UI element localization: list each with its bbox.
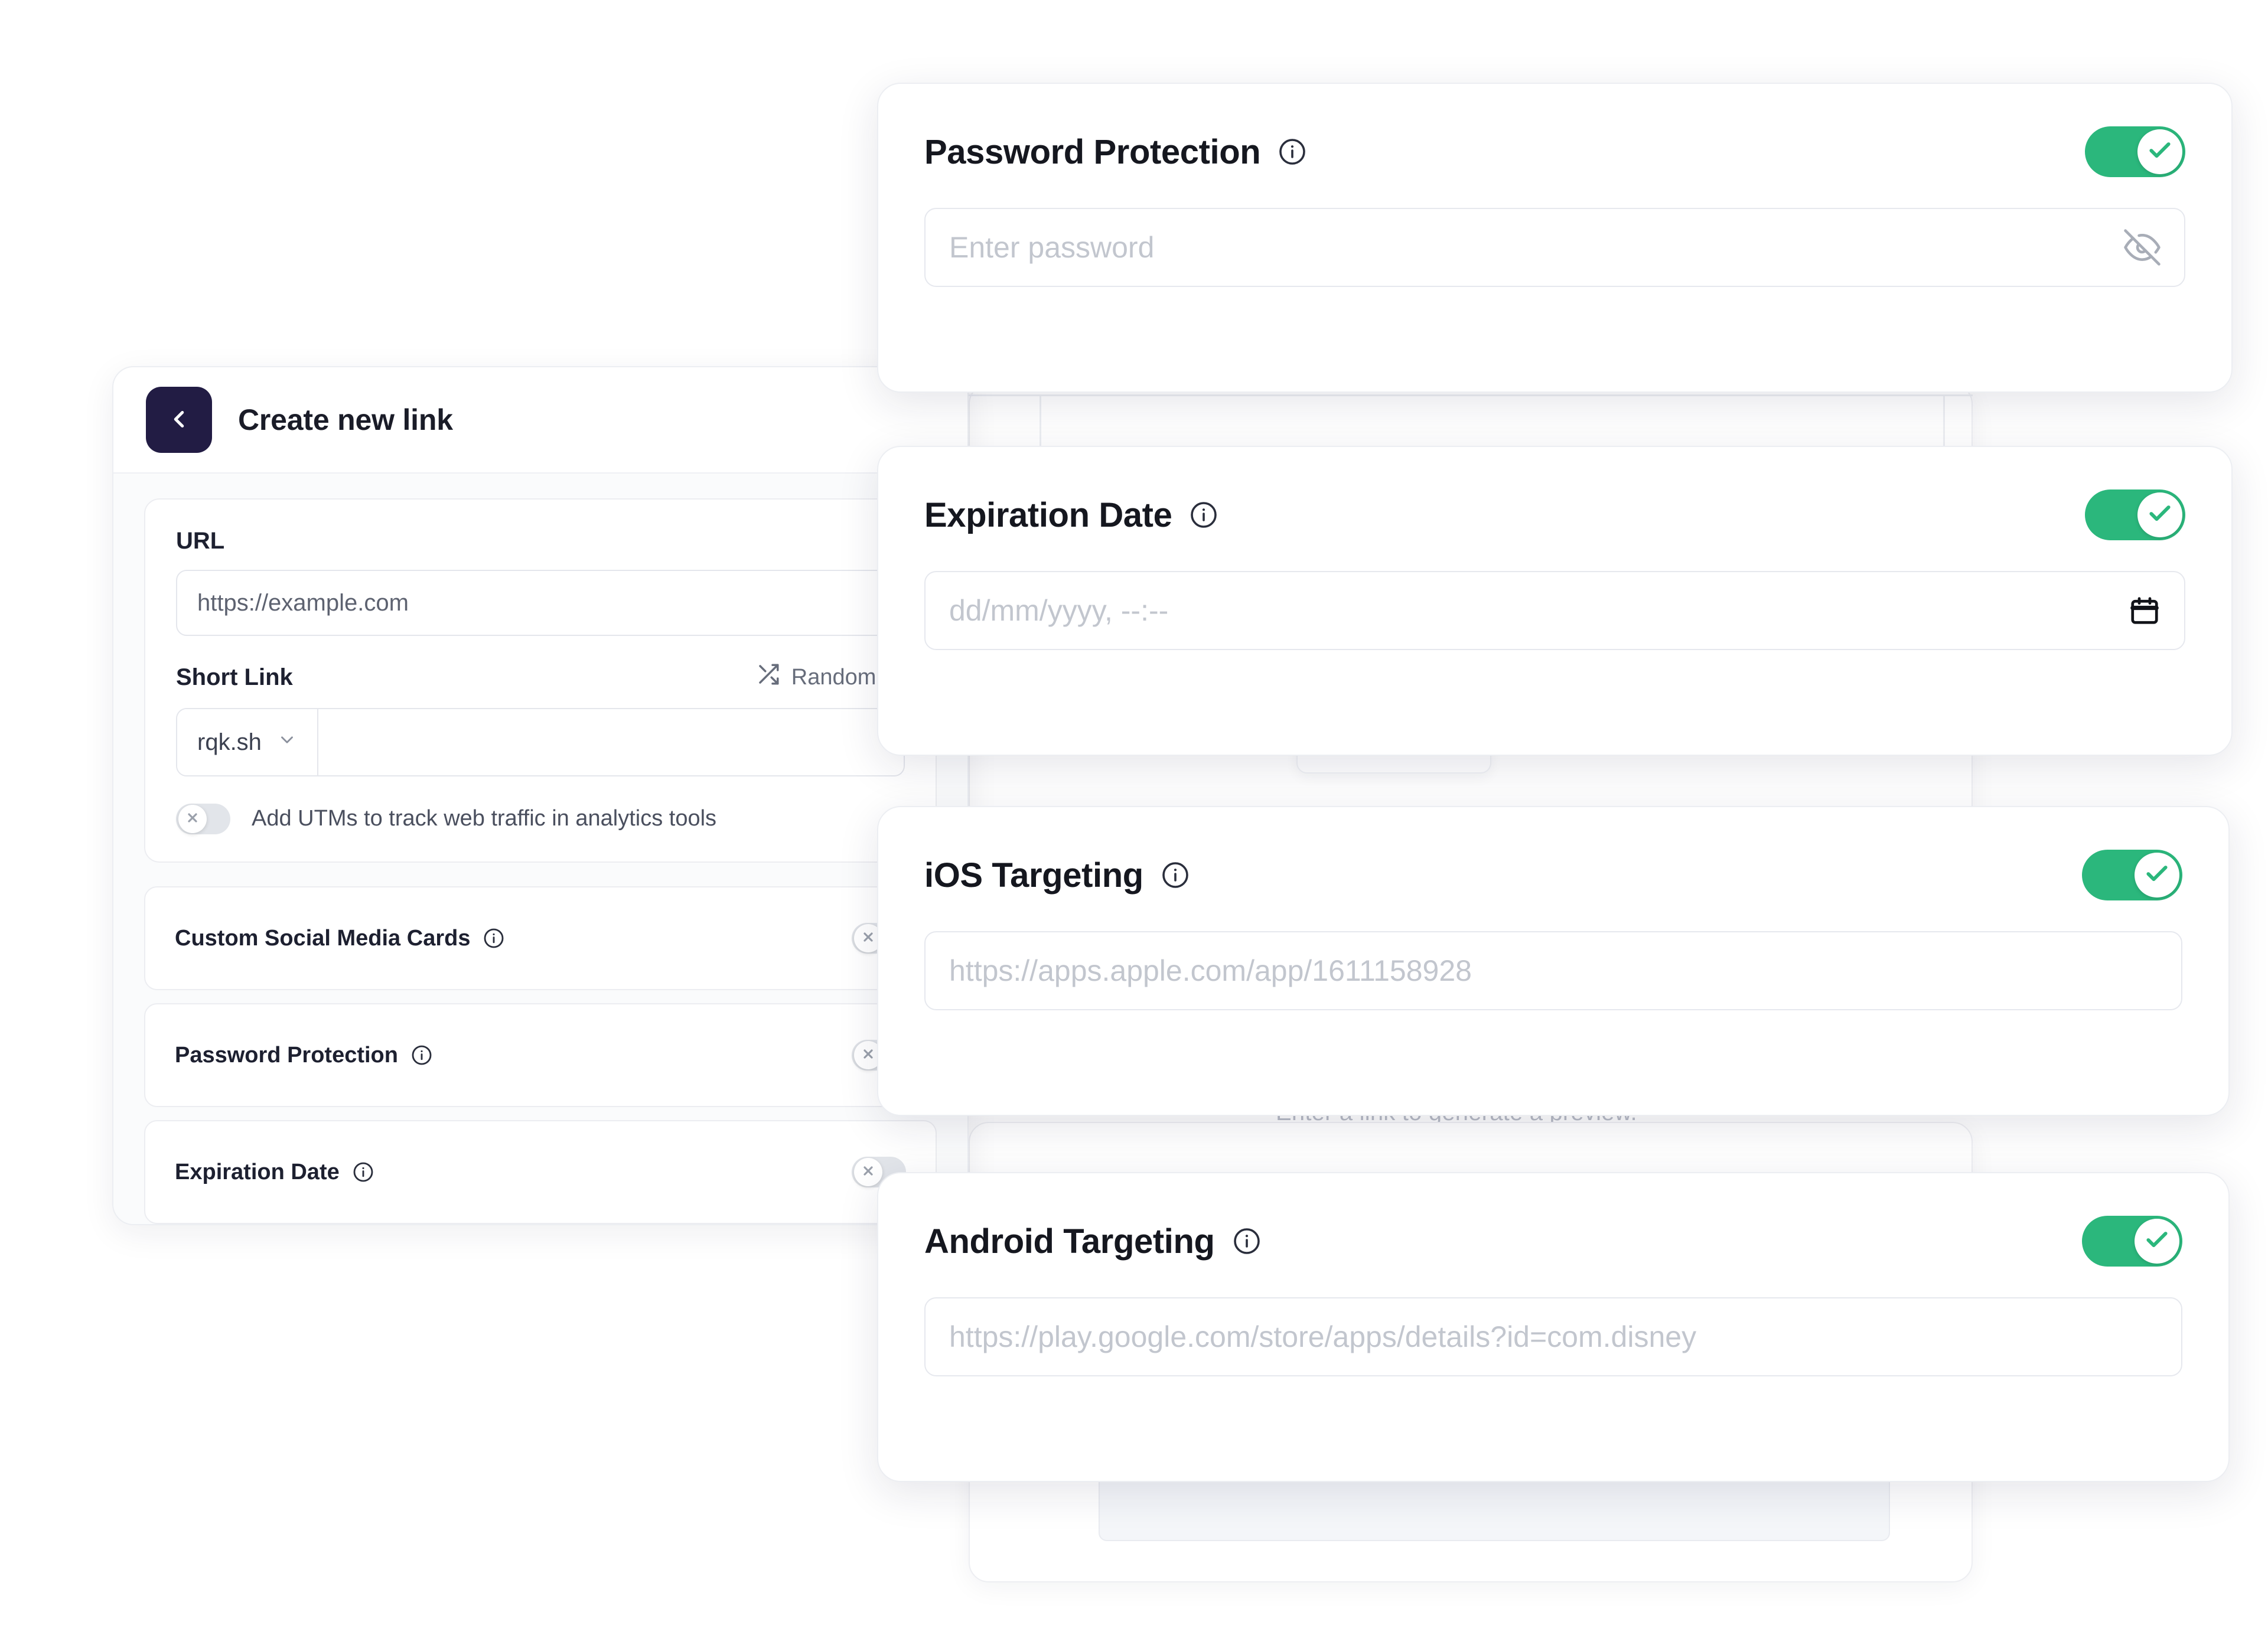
toggle-knob	[2137, 129, 2182, 174]
android-targeting-toggle[interactable]	[2082, 1216, 2182, 1267]
background-divider-top	[969, 394, 1973, 396]
calendar-icon[interactable]	[2129, 595, 2184, 626]
toggle-knob	[2135, 853, 2179, 898]
short-link-label: Short Link	[176, 664, 293, 691]
android-input-wrap	[924, 1297, 2182, 1376]
panel-header: Create new link	[113, 367, 967, 474]
short-link-group: rqk.sh	[176, 708, 905, 776]
toggle-knob	[854, 1158, 882, 1186]
utm-label: Add UTMs to track web traffic in analyti…	[252, 804, 716, 834]
domain-value: rqk.sh	[197, 729, 262, 756]
slug-input[interactable]	[318, 709, 904, 775]
domain-select[interactable]: rqk.sh	[177, 709, 318, 775]
info-icon[interactable]	[1161, 861, 1190, 889]
ios-targeting-input[interactable]	[926, 932, 2181, 1009]
info-icon[interactable]	[1190, 501, 1218, 529]
check-icon	[2147, 501, 2173, 530]
url-label: URL	[176, 528, 905, 554]
option-row-password-protection[interactable]: Password Protection	[144, 1003, 937, 1107]
card-title-wrap: Expiration Date	[924, 495, 1218, 535]
panel-body: URL Short Link	[113, 474, 967, 1224]
password-protection-toggle[interactable]	[2085, 126, 2185, 177]
create-new-link-panel: Create new link URL Short Link	[112, 366, 969, 1225]
option-label-wrap: Password Protection	[175, 1043, 432, 1068]
chevron-left-icon	[165, 406, 193, 435]
utm-toggle[interactable]	[176, 804, 230, 834]
ios-input-wrap	[924, 931, 2182, 1010]
option-label-wrap: Expiration Date	[175, 1160, 374, 1185]
background-divider-col-b	[1943, 394, 1945, 448]
password-input-wrap	[924, 208, 2185, 287]
check-icon	[2144, 1227, 2170, 1256]
close-icon	[185, 811, 200, 828]
card-title: Password Protection	[924, 132, 1260, 172]
utm-row: Add UTMs to track web traffic in analyti…	[176, 804, 905, 834]
password-input[interactable]	[926, 209, 2124, 286]
back-button[interactable]	[146, 387, 212, 453]
card-header: Password Protection	[924, 126, 2185, 177]
toggle-knob	[2135, 1219, 2179, 1264]
card-header: Android Targeting	[924, 1216, 2182, 1267]
expiration-date-card: Expiration Date	[877, 446, 2233, 756]
card-title-wrap: Password Protection	[924, 132, 1306, 172]
card-header: iOS Targeting	[924, 850, 2182, 900]
app-root: Enter a link to generate a preview. Crea…	[0, 0, 2268, 1635]
info-icon[interactable]	[353, 1161, 374, 1183]
expiration-input-wrap	[924, 571, 2185, 650]
card-title-wrap: Android Targeting	[924, 1222, 1261, 1261]
url-input[interactable]	[176, 570, 905, 636]
card-title: Android Targeting	[924, 1222, 1215, 1261]
option-label: Expiration Date	[175, 1160, 340, 1185]
expiration-date-input[interactable]	[926, 572, 2129, 649]
card-header: Expiration Date	[924, 489, 2185, 540]
info-icon[interactable]	[1233, 1227, 1261, 1255]
info-icon[interactable]	[1278, 138, 1306, 166]
check-icon	[2144, 861, 2170, 890]
check-icon	[2147, 138, 2173, 167]
chevron-down-icon	[277, 729, 297, 756]
close-icon	[861, 930, 875, 947]
ios-targeting-card: iOS Targeting	[877, 806, 2230, 1116]
background-divider-col-a	[1040, 394, 1041, 448]
link-form-card: URL Short Link	[144, 498, 937, 863]
option-label: Custom Social Media Cards	[175, 926, 470, 951]
info-icon[interactable]	[411, 1045, 432, 1066]
option-row-expiration-date[interactable]: Expiration Date	[144, 1120, 937, 1224]
option-label: Password Protection	[175, 1043, 398, 1068]
toggle-knob	[178, 805, 207, 833]
ios-targeting-toggle[interactable]	[2082, 850, 2182, 900]
card-title-wrap: iOS Targeting	[924, 856, 1190, 895]
toggle-knob	[2137, 492, 2182, 537]
expiration-date-toggle[interactable]	[2085, 489, 2185, 540]
short-link-label-row: Short Link Randomize	[176, 662, 905, 693]
option-row-custom-social-media-cards[interactable]: Custom Social Media Cards	[144, 886, 937, 990]
page-title: Create new link	[238, 403, 453, 437]
shuffle-icon	[756, 662, 781, 693]
android-targeting-input[interactable]	[926, 1298, 2181, 1375]
eye-off-icon[interactable]	[2124, 229, 2184, 266]
close-icon	[861, 1047, 875, 1064]
option-label-wrap: Custom Social Media Cards	[175, 926, 504, 951]
info-icon[interactable]	[483, 928, 504, 949]
card-title: iOS Targeting	[924, 856, 1143, 895]
password-protection-card: Password Protection	[877, 83, 2233, 393]
close-icon	[861, 1164, 875, 1181]
card-title: Expiration Date	[924, 495, 1172, 535]
android-targeting-card: Android Targeting	[877, 1172, 2230, 1482]
